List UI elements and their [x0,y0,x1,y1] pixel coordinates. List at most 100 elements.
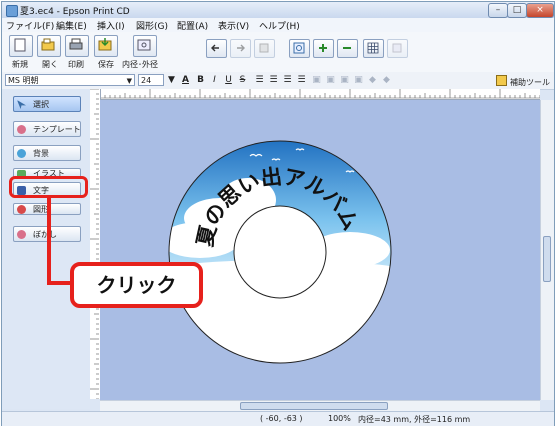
new-button[interactable] [9,35,33,57]
minimize-button[interactable]: – [488,3,508,18]
tool-template-label: テンプレート [33,125,81,134]
cd-label-preview[interactable]: 夏の思い出アルバム [100,100,540,400]
print-button[interactable] [65,35,89,57]
menu-insert[interactable]: 挿入(I) [97,19,125,32]
vertical-ruler-ticks [90,88,99,400]
font-family-select[interactable]: MS 明朝 ▼ [5,74,135,86]
status-bar: ( -60, -63 ) 100% 内径=43 mm, 外径=116 mm [2,411,554,426]
forward-button[interactable] [230,39,251,58]
align-right-icon[interactable]: ☰ [282,74,293,86]
vertical-scrollbar[interactable] [540,100,554,400]
callout-line-horizontal [47,281,72,285]
open-label: 開く [42,60,58,69]
printer-icon [69,38,83,50]
app-icon [6,5,18,17]
horizontal-ruler-ticks [99,89,541,99]
disc-diameter-icon [137,39,151,51]
blur-icon [17,230,26,239]
zoom-out-icon [343,47,351,49]
open-folder-icon [41,38,55,51]
zoom-in-button[interactable] [313,39,334,58]
zoom-in-icon [319,44,327,52]
horizontal-ruler [99,89,541,100]
chevron-down-icon: ▼ [126,77,132,85]
click-callout: クリック [70,262,203,308]
tool-template-button[interactable]: テンプレート [13,121,81,137]
app-window: 夏3.ec4 - Epson Print CD – □ × ファイル(F) 編集… [1,1,555,426]
zoom-level: 100% [328,414,351,423]
title-bar[interactable]: 夏3.ec4 - Epson Print CD – □ × [2,2,554,18]
open-button[interactable] [37,35,61,57]
layer-icon [259,43,269,53]
print-label: 印刷 [68,60,84,69]
front-icon[interactable]: ▣ [339,74,350,86]
window-title: 夏3.ec4 - Epson Print CD [20,7,130,17]
underline-button[interactable]: U [223,74,234,86]
diameter-button[interactable] [133,35,157,57]
disc-size-readout: 内径=43 mm, 外径=116 mm [358,415,471,424]
menu-edit[interactable]: 編集(E) [56,19,87,32]
font-size-dropdown-icon[interactable]: ▼ [166,74,177,86]
tool-sidebar: 選択 テンプレート 背景 イラスト 文字 図形 ぼかし [2,89,90,409]
menu-bar: ファイル(F) 編集(E) 挿入(I) 図形(G) 配置(A) 表示(V) ヘル… [2,18,554,32]
menu-view[interactable]: 表示(V) [218,19,249,32]
main-toolbar: 新規 開く 印刷 保存 内径･外径 [2,32,554,73]
template-icon [17,125,26,134]
maximize-button[interactable]: □ [507,3,527,18]
menu-shape[interactable]: 図形(G) [136,19,168,32]
menu-arrange[interactable]: 配置(A) [177,19,208,32]
callout-line-vertical [47,198,51,284]
font-color-button[interactable]: A [180,74,191,86]
flip-h-icon[interactable]: ◆ [367,74,378,86]
font-size-value: 24 [141,76,152,85]
align-center-icon[interactable]: ☰ [268,74,279,86]
italic-button[interactable]: I [209,74,220,86]
highlight-frame [9,176,88,198]
ungroup-icon[interactable]: ▣ [325,74,336,86]
cd-center-hole [233,205,327,299]
new-document-icon [14,38,26,52]
design-canvas[interactable]: 夏の思い出アルバム [100,100,540,400]
close-button[interactable]: × [526,3,554,18]
strike-button[interactable]: S [237,74,248,86]
flip-v-icon[interactable]: ◆ [381,74,392,86]
back-button[interactable] [206,39,227,58]
layer-button[interactable] [254,39,275,58]
font-toolbar: MS 明朝 ▼ 24 ▼ A B I U S ☰ ☰ ☰ ☰ ▣ ▣ ▣ ▣ ◆… [2,72,554,90]
tool-select-label: 選択 [33,100,49,109]
menu-file[interactable]: ファイル(F) [6,19,54,32]
zoom-out-button[interactable] [337,39,358,58]
preview-button[interactable] [387,39,408,58]
background-icon [17,149,26,158]
save-icon [98,38,112,51]
grid-icon [367,42,379,54]
diameter-label: 内径･外径 [122,60,158,69]
grid-button[interactable] [363,39,384,58]
helper-tool-icon [496,75,508,86]
preview-icon [392,43,402,53]
arrow-cursor-icon [17,100,26,109]
back-icon[interactable]: ▣ [353,74,364,86]
helper-tool-button[interactable]: 補助ツール [496,75,550,88]
font-size-select[interactable]: 24 [138,74,164,86]
tool-blur-label: ぼかし [33,230,57,239]
tool-select-button[interactable]: 選択 [13,96,81,112]
justify-icon[interactable]: ☰ [296,74,307,86]
save-button[interactable] [94,35,118,57]
helper-tool-label: 補助ツール [510,78,550,87]
tool-background-button[interactable]: 背景 [13,145,81,161]
horizontal-scroll-thumb[interactable] [240,402,388,410]
zoom-fit-button[interactable] [289,39,310,58]
align-left-icon[interactable]: ☰ [254,74,265,86]
font-family-value: MS 明朝 [8,76,39,85]
zoom-fit-icon [293,42,305,54]
bold-button[interactable]: B [195,74,206,86]
save-label: 保存 [98,60,114,69]
shape-icon [17,205,26,214]
group-icon[interactable]: ▣ [311,74,322,86]
arrow-left-icon [211,44,219,52]
cursor-coordinates: ( -60, -63 ) [260,414,303,423]
vertical-scroll-thumb[interactable] [543,236,551,282]
new-label: 新規 [12,60,28,69]
menu-help[interactable]: ヘルプ(H) [259,19,300,32]
